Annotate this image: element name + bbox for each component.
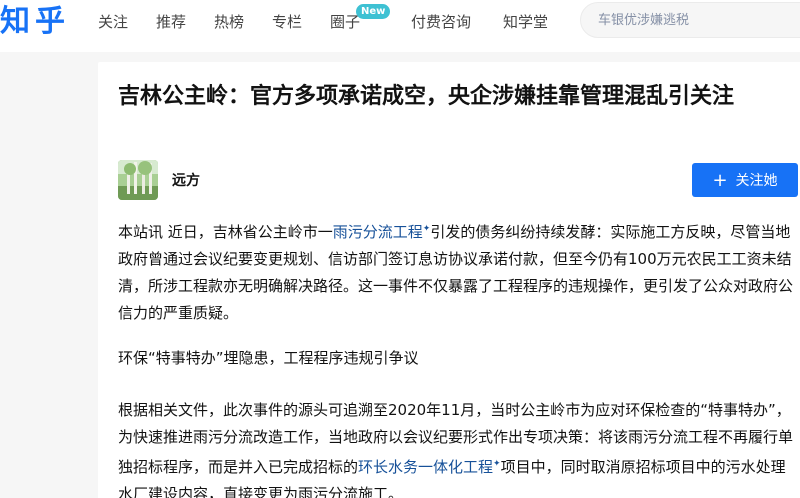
article-paragraph-1: 本站讯 近日，吉林省公主岭市一雨污分流工程✦引发的债务纠纷持续发酵：实际施工方反… — [118, 216, 800, 327]
nav-column[interactable]: 专栏 — [272, 0, 302, 52]
inline-link-rain-sewage[interactable]: 雨污分流工程 — [333, 223, 423, 241]
new-badge: New — [356, 4, 391, 19]
avatar-image — [118, 160, 158, 200]
nav-follow[interactable]: 关注 — [98, 0, 128, 52]
inline-link-water-project[interactable]: 环长水务一体化工程 — [358, 458, 493, 476]
search-input[interactable]: 车银优涉嫌逃税 — [580, 2, 800, 38]
paragraph-text: 本站讯 近日，吉林省公主岭市一 — [118, 223, 333, 241]
zhihu-logo[interactable]: 知乎 — [0, 3, 70, 41]
plus-icon: + — [712, 170, 728, 191]
link-star-icon: ✦ — [493, 459, 501, 469]
article-title: 吉林公主岭：官方多项承诺成空，央企涉嫌挂靠管理混乱引关注 — [118, 84, 735, 109]
nav-recommend[interactable]: 推荐 — [156, 0, 186, 52]
follow-button[interactable]: + 关注她 — [692, 163, 798, 197]
nav-zhixuetang[interactable]: 知学堂 — [503, 0, 548, 52]
avatar[interactable] — [118, 160, 158, 200]
article-subheading: 环保“特事特办”埋隐患，工程程序违规引争议 — [118, 349, 419, 367]
article-paragraph-2: 根据相关文件，此次事件的源头可追溯至2020年11月，当时公主岭市为应对环保检查… — [118, 397, 800, 498]
nav-paid-consult[interactable]: 付费咨询 — [411, 0, 471, 52]
author-name[interactable]: 远方 — [172, 170, 200, 190]
top-navbar: 知乎 关注 推荐 热榜 专栏 圈子 New 付费咨询 知学堂 车银优涉嫌逃税 — [0, 0, 800, 52]
follow-label: 关注她 — [735, 173, 778, 189]
nav-circle[interactable]: 圈子 — [330, 0, 360, 52]
search-placeholder: 车银优涉嫌逃税 — [598, 13, 690, 28]
nav-hot[interactable]: 热榜 — [214, 0, 244, 52]
